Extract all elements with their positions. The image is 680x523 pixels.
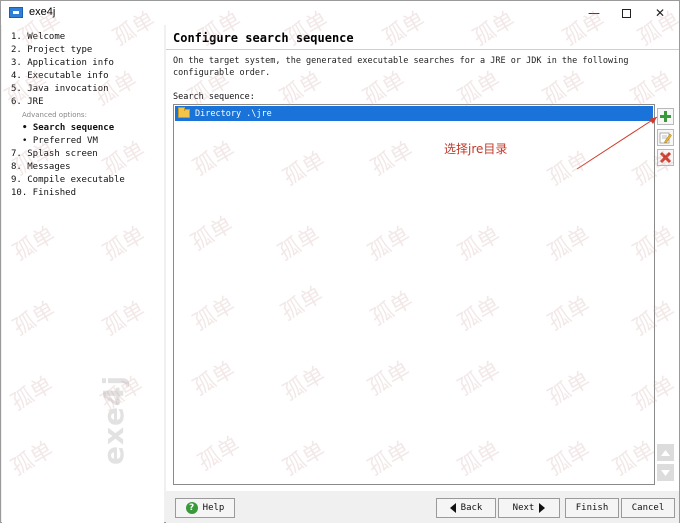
wizard-steps-sidebar: 1. Welcome 2. Project type 3. Applicatio…	[2, 25, 164, 523]
annotation-text: 选择jre目录	[444, 142, 508, 156]
next-button[interactable]: Next	[498, 498, 560, 518]
back-button[interactable]: Back	[436, 498, 496, 518]
step-splash-screen[interactable]: 7. Splash screen	[11, 149, 98, 159]
annotation-arrow	[576, 116, 658, 170]
step-java-invocation[interactable]: 5. Java invocation	[11, 84, 109, 94]
page-description: On the target system, the generated exec…	[173, 56, 629, 78]
step-jre[interactable]: 6. JRE	[11, 97, 44, 107]
close-button[interactable]: ✕	[643, 1, 677, 25]
step-messages[interactable]: 8. Messages	[11, 162, 71, 172]
folder-icon	[178, 107, 190, 118]
step-preferred-vm[interactable]: • Preferred VM	[22, 136, 98, 146]
exe4j-app-icon	[9, 7, 23, 18]
header-divider	[166, 49, 679, 50]
window-title: exe4j	[29, 6, 56, 18]
list-item-label: Directory .\jre	[195, 108, 272, 119]
page-title: Configure search sequence	[173, 31, 354, 45]
back-button-label: Back	[460, 503, 483, 513]
exe4j-window: exe4j — ✕ 1. Welcome 2. Project type 3. …	[0, 0, 680, 523]
search-sequence-label: Search sequence:	[173, 92, 255, 102]
step-compile-executable[interactable]: 9. Compile executable	[11, 175, 125, 185]
maximize-icon	[621, 8, 631, 18]
next-arrow-icon	[539, 503, 546, 513]
exe4j-brand-watermark: exe4j	[97, 374, 130, 465]
title-bar: exe4j — ✕	[1, 1, 679, 25]
step-project-type[interactable]: 2. Project type	[11, 45, 92, 55]
finish-button[interactable]: Finish	[565, 498, 619, 518]
step-welcome[interactable]: 1. Welcome	[11, 32, 65, 42]
arrow-down-icon	[661, 469, 670, 476]
advanced-options-caption: Advanced options:	[22, 111, 87, 119]
back-arrow-icon	[449, 503, 456, 513]
help-icon: ?	[185, 502, 198, 514]
minimize-button[interactable]: —	[577, 1, 611, 25]
arrow-up-icon	[661, 449, 670, 456]
cancel-button-label: Cancel	[631, 503, 665, 513]
step-search-sequence[interactable]: • Search sequence	[22, 123, 114, 133]
move-down-button[interactable]	[657, 464, 674, 481]
maximize-button[interactable]	[609, 1, 643, 25]
move-up-button[interactable]	[657, 444, 674, 461]
cancel-button[interactable]: Cancel	[621, 498, 675, 518]
next-button-label: Next	[512, 503, 535, 513]
step-finished[interactable]: 10. Finished	[11, 188, 76, 198]
finish-button-label: Finish	[575, 503, 609, 513]
step-executable-info[interactable]: 4. Executable info	[11, 71, 109, 81]
step-application-info[interactable]: 3. Application info	[11, 58, 114, 68]
help-button-label: Help	[202, 503, 225, 513]
help-button[interactable]: ? Help	[175, 498, 235, 518]
